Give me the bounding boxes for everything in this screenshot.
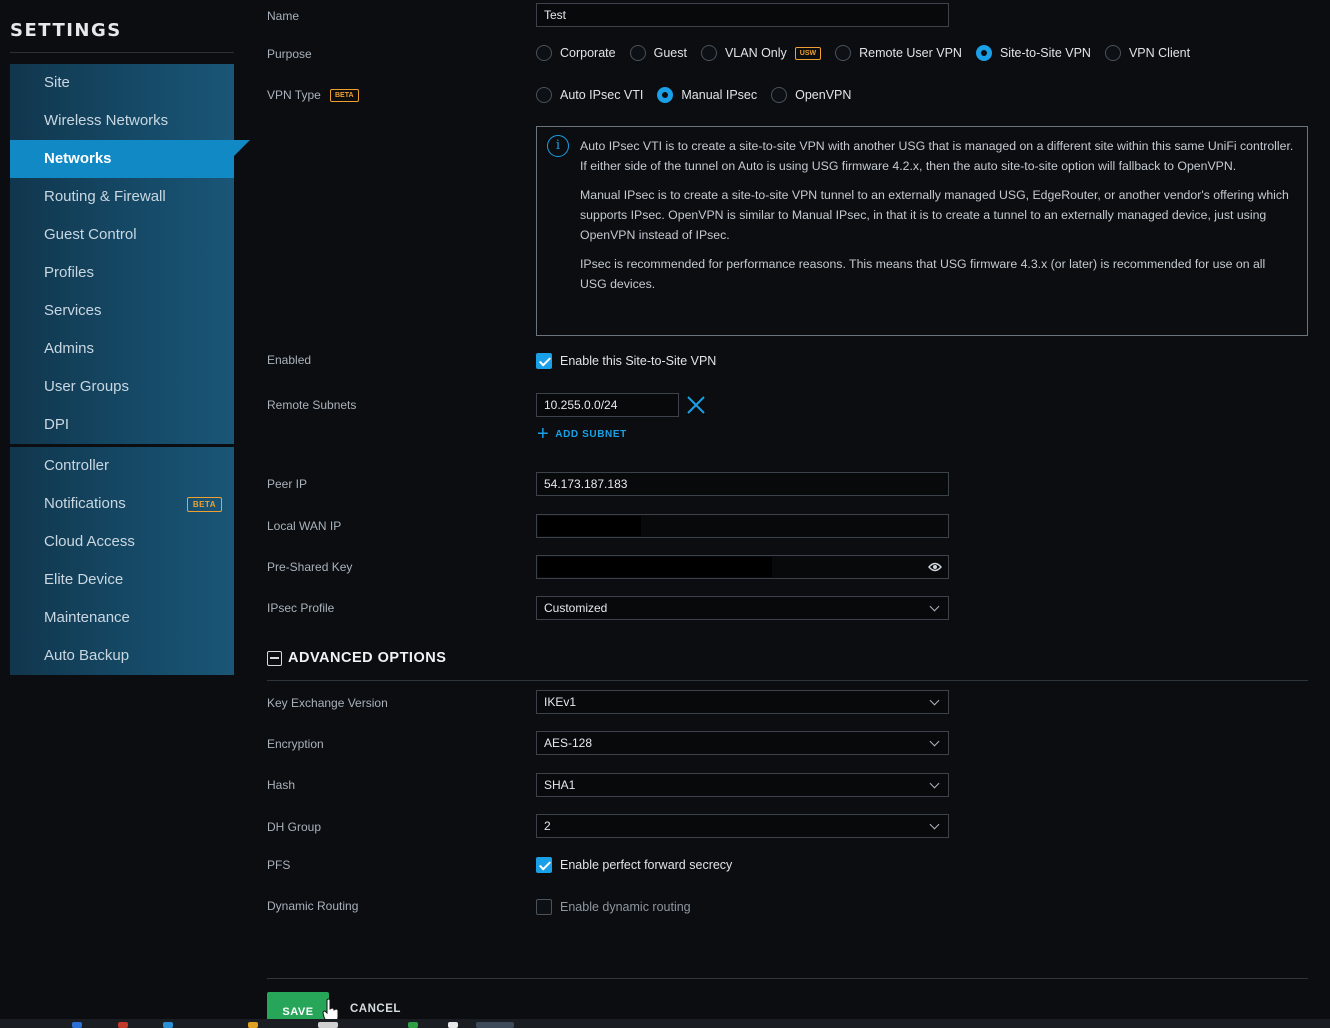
dynamic-routing-label: Dynamic Routing xyxy=(267,899,359,913)
advanced-divider xyxy=(267,680,1308,681)
footer-divider xyxy=(267,978,1308,979)
collapse-minus-icon xyxy=(267,650,282,666)
enabled-checkbox-row[interactable]: Enable this Site-to-Site VPN xyxy=(536,353,716,369)
pfs-checkbox[interactable] xyxy=(536,857,552,873)
enabled-checkbox-label[interactable]: Enable this Site-to-Site VPN xyxy=(560,354,716,368)
sidebar-group-controller: Controller Notifications BETA Cloud Acce… xyxy=(10,447,234,675)
beta-badge: BETA xyxy=(186,497,222,512)
purpose-radio-group: Corporate Guest VLAN Only USW Remote Use… xyxy=(536,45,1204,61)
pfs-label: PFS xyxy=(267,858,291,872)
key-exchange-select[interactable]: IKEv1 xyxy=(536,690,949,714)
vpn-type-manual-ipsec-label[interactable]: Manual IPsec xyxy=(681,88,757,102)
pfs-checkbox-row[interactable]: Enable perfect forward secrecy xyxy=(536,857,732,873)
name-input[interactable]: Test xyxy=(536,3,949,27)
usw-badge: USW xyxy=(794,46,822,60)
add-subnet-button[interactable]: + ADD SUBNET xyxy=(537,423,627,445)
sidebar-item-admins[interactable]: Admins xyxy=(10,330,234,368)
eye-icon[interactable] xyxy=(928,561,942,573)
vpn-type-label: VPN Type xyxy=(267,88,321,102)
ipsec-profile-label: IPsec Profile xyxy=(267,601,335,615)
purpose-corporate-radio[interactable] xyxy=(536,45,552,61)
purpose-site-to-site-vpn-radio[interactable] xyxy=(975,45,992,61)
purpose-site-to-site-vpn-label[interactable]: Site-to-Site VPN xyxy=(1000,46,1091,60)
sidebar-item-controller[interactable]: Controller xyxy=(10,447,234,485)
encryption-select[interactable]: AES-128 xyxy=(536,731,949,755)
sidebar-item-services[interactable]: Services xyxy=(10,292,234,330)
sidebar-item-site[interactable]: Site xyxy=(10,64,234,102)
advanced-options-toggle[interactable]: ADVANCED OPTIONS xyxy=(267,650,446,666)
sidebar-item-auto-backup[interactable]: Auto Backup xyxy=(10,637,234,675)
enabled-checkbox[interactable] xyxy=(536,353,552,369)
dynamic-routing-checkbox[interactable] xyxy=(536,899,552,915)
purpose-guest-label[interactable]: Guest xyxy=(654,46,687,60)
dynamic-routing-checkbox-row[interactable]: Enable dynamic routing xyxy=(536,899,691,915)
vpn-type-beta-badge: BETA xyxy=(330,89,359,102)
info-paragraph: Auto IPsec VTI is to create a site-to-si… xyxy=(580,139,1294,173)
remove-subnet-close-icon[interactable] xyxy=(686,395,706,415)
advanced-options-title: ADVANCED OPTIONS xyxy=(288,650,447,666)
remote-subnet-input[interactable]: 10.255.0.0/24 xyxy=(536,393,679,417)
sidebar-group-site: Site Wireless Networks Networks Routing … xyxy=(10,64,234,444)
purpose-vlan-only-label[interactable]: VLAN Only xyxy=(725,46,787,60)
enabled-label: Enabled xyxy=(267,353,312,367)
redacted-value xyxy=(538,557,772,577)
hash-label: Hash xyxy=(267,778,296,792)
sidebar-item-networks[interactable]: Networks xyxy=(10,140,234,178)
dh-group-select[interactable]: 2 xyxy=(536,814,949,838)
sidebar-item-dpi[interactable]: DPI xyxy=(10,406,234,444)
encryption-label: Encryption xyxy=(267,737,324,751)
sidebar-item-user-groups[interactable]: User Groups xyxy=(10,368,234,406)
pre-shared-key-input[interactable] xyxy=(536,555,949,579)
ipsec-profile-select[interactable]: Customized xyxy=(536,596,949,620)
cancel-button[interactable]: CANCEL xyxy=(350,1003,401,1015)
remote-subnets-label: Remote Subnets xyxy=(267,398,357,412)
info-paragraph: IPsec is recommended for performance rea… xyxy=(580,257,1266,291)
sidebar-item-cloud-access[interactable]: Cloud Access xyxy=(10,523,234,561)
sidebar-item-profiles[interactable]: Profiles xyxy=(10,254,234,292)
info-paragraph: Manual IPsec is to create a site-to-site… xyxy=(580,188,1289,242)
purpose-guest-radio[interactable] xyxy=(629,45,646,61)
purpose-remote-user-vpn-radio[interactable] xyxy=(835,45,852,61)
sidebar-item-elite-device[interactable]: Elite Device xyxy=(10,561,234,599)
sidebar-item-label: Notifications xyxy=(44,495,126,512)
peer-ip-input[interactable]: 54.173.187.183 xyxy=(536,472,949,496)
pre-shared-key-label: Pre-Shared Key xyxy=(267,560,353,574)
hash-select[interactable]: SHA1 xyxy=(536,773,949,797)
plus-icon: + xyxy=(537,423,550,445)
peer-ip-label: Peer IP xyxy=(267,477,308,491)
vpn-type-auto-ipsec-radio[interactable] xyxy=(536,87,552,103)
purpose-remote-user-vpn-label[interactable]: Remote User VPN xyxy=(859,46,962,60)
settings-title: SETTINGS xyxy=(10,20,122,41)
add-subnet-label: ADD SUBNET xyxy=(555,428,627,440)
sidebar-item-wireless-networks[interactable]: Wireless Networks xyxy=(10,102,234,140)
sidebar-item-notifications[interactable]: Notifications BETA xyxy=(10,485,234,523)
vpn-type-openvpn-label[interactable]: OpenVPN xyxy=(795,88,851,102)
pfs-checkbox-label[interactable]: Enable perfect forward secrecy xyxy=(560,858,732,872)
purpose-label: Purpose xyxy=(267,47,312,61)
vpn-type-manual-ipsec-radio[interactable] xyxy=(657,87,674,103)
active-nav-pointer xyxy=(224,140,250,178)
os-taskbar xyxy=(0,1019,1330,1028)
purpose-vpn-client-radio[interactable] xyxy=(1104,45,1121,61)
purpose-corporate-label[interactable]: Corporate xyxy=(560,46,616,60)
local-wan-ip-label: Local WAN IP xyxy=(267,519,342,533)
sidebar-item-maintenance[interactable]: Maintenance xyxy=(10,599,234,637)
vpn-type-radio-group: Auto IPsec VTI Manual IPsec OpenVPN xyxy=(536,87,865,103)
vpn-type-auto-ipsec-label[interactable]: Auto IPsec VTI xyxy=(560,88,643,102)
redacted-value xyxy=(538,516,641,536)
dynamic-routing-checkbox-label[interactable]: Enable dynamic routing xyxy=(560,900,691,914)
local-wan-ip-input[interactable] xyxy=(536,514,949,538)
sidebar-item-routing-firewall[interactable]: Routing & Firewall xyxy=(10,178,234,216)
info-icon: i xyxy=(547,135,569,157)
name-label: Name xyxy=(267,9,300,23)
purpose-vpn-client-label[interactable]: VPN Client xyxy=(1129,46,1190,60)
vpn-type-openvpn-radio[interactable] xyxy=(771,87,788,103)
sidebar-item-guest-control[interactable]: Guest Control xyxy=(10,216,234,254)
key-exchange-label: Key Exchange Version xyxy=(267,696,388,710)
dh-group-label: DH Group xyxy=(267,820,322,834)
purpose-vlan-only-radio[interactable] xyxy=(700,45,717,61)
sidebar-divider xyxy=(10,52,234,53)
vpn-type-info-box: i Auto IPsec VTI is to create a site-to-… xyxy=(536,126,1308,336)
